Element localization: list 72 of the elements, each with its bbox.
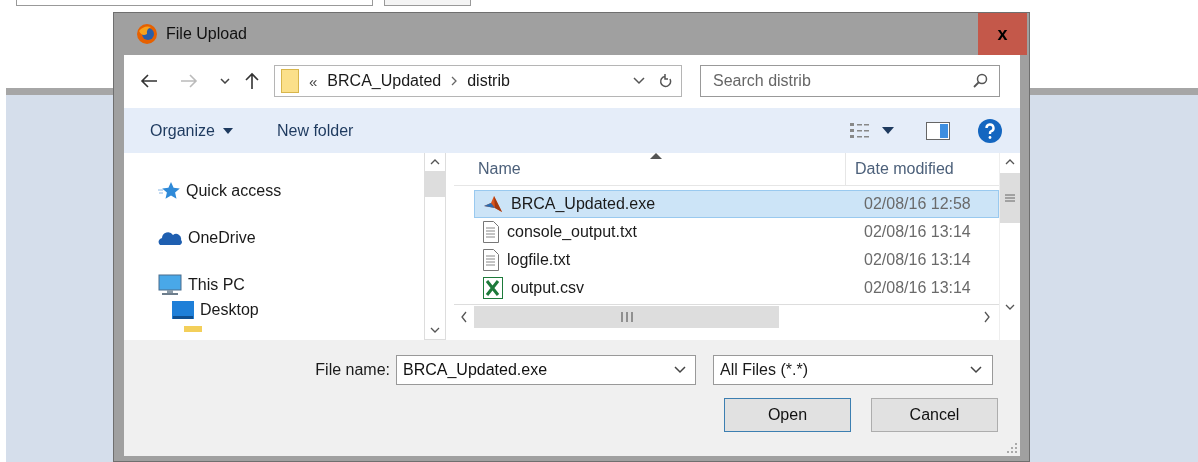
cloud-icon <box>158 229 182 246</box>
preview-pane-icon[interactable] <box>926 121 950 140</box>
scroll-up-icon[interactable] <box>1004 159 1015 165</box>
dropdown-caret-icon <box>222 127 233 134</box>
close-button[interactable]: x <box>978 13 1027 55</box>
scroll-right-icon[interactable] <box>983 311 991 323</box>
page-button[interactable] <box>384 0 471 6</box>
scrollbar-thumb[interactable] <box>425 171 445 197</box>
file-row[interactable]: logfile.txt 02/08/16 13:14 <box>474 246 999 274</box>
scroll-up-icon[interactable] <box>430 159 440 165</box>
refresh-icon[interactable] <box>659 73 673 89</box>
chevron-down-icon[interactable] <box>220 78 230 84</box>
sidebar-item[interactable]: This PC <box>188 275 245 294</box>
date-cell-text: 02/08/16 13:14 <box>863 279 971 297</box>
desktop-icon <box>172 301 194 319</box>
file-name: logfile.txt <box>507 251 571 269</box>
date-cell-text: 02/08/16 13:14 <box>863 223 971 241</box>
window-title: File Upload <box>166 25 247 43</box>
overflow-chevrons[interactable]: « <box>309 72 318 90</box>
column-header[interactable]: Name <box>454 153 846 185</box>
address-bar[interactable]: « BRCA_Updated distrib <box>274 65 682 97</box>
breadcrumb-item[interactable]: distrib <box>467 72 510 90</box>
sidebar-item[interactable]: Quick access <box>186 181 282 200</box>
chevron-down-icon[interactable] <box>970 366 982 374</box>
file-row[interactable]: output.csv 02/08/16 13:14 <box>474 274 999 302</box>
scrollbar[interactable] <box>454 304 999 329</box>
document-icon <box>483 221 499 243</box>
spreadsheet-icon <box>483 277 503 299</box>
scroll-left-icon[interactable] <box>460 311 468 323</box>
scroll-down-icon[interactable] <box>1004 304 1015 310</box>
organize-menu-button[interactable]: Organize <box>150 121 233 140</box>
new-folder-button[interactable]: New folder <box>276 121 354 140</box>
file-row[interactable]: BRCA_Updated.exe 02/08/16 12:58 <box>474 190 999 218</box>
up-arrow-icon[interactable] <box>244 72 260 90</box>
view-options-icon[interactable] <box>850 121 872 140</box>
search-field[interactable]: Search distrib <box>700 65 1000 97</box>
star-icon <box>158 180 180 201</box>
column-header[interactable]: Date modified <box>846 153 954 185</box>
sidebar-item[interactable]: OneDrive <box>188 228 256 247</box>
grip-lines-icon[interactable] <box>1004 194 1015 202</box>
folder-icon <box>281 69 299 93</box>
cancel-button[interactable]: Cancel <box>871 398 998 432</box>
browser-icon <box>136 23 158 45</box>
file-type-dropdown[interactable]: All Files (*.*) <box>713 355 993 385</box>
date-cell-text: 02/08/16 13:14 <box>863 251 971 269</box>
chevron-down-icon[interactable] <box>633 77 645 85</box>
scrollbar[interactable] <box>999 153 1019 340</box>
breadcrumb-item[interactable]: BRCA_Updated <box>327 72 442 90</box>
scrollbar[interactable] <box>424 153 446 340</box>
scroll-down-icon[interactable] <box>430 327 440 333</box>
breadcrumb-separator-icon <box>451 76 458 86</box>
open-button[interactable]: Open <box>724 398 851 432</box>
file-name: output.csv <box>511 279 584 297</box>
chevron-down-icon[interactable] <box>674 366 686 374</box>
document-icon <box>483 249 499 271</box>
application-icon <box>483 195 503 213</box>
help-icon[interactable] <box>978 118 1002 143</box>
dropdown-caret-icon[interactable] <box>882 127 894 134</box>
file-row[interactable]: console_output.txt 02/08/16 13:14 <box>474 218 999 246</box>
file-name: console_output.txt <box>507 223 637 241</box>
file-name-label: File name: <box>314 361 391 379</box>
text-field[interactable] <box>16 0 373 6</box>
folder-icon <box>184 326 202 332</box>
grip-lines-icon[interactable] <box>620 312 633 322</box>
date-cell-text: 02/08/16 12:58 <box>863 195 971 213</box>
search-icon <box>972 73 988 89</box>
sidebar-item[interactable]: Desktop <box>200 301 259 319</box>
resize-grip-icon[interactable] <box>1007 443 1017 453</box>
monitor-icon <box>158 273 182 296</box>
file-name: BRCA_Updated.exe <box>511 195 656 213</box>
file-name-field[interactable]: BRCA_Updated.exe <box>396 355 696 385</box>
back-icon[interactable] <box>140 73 158 89</box>
